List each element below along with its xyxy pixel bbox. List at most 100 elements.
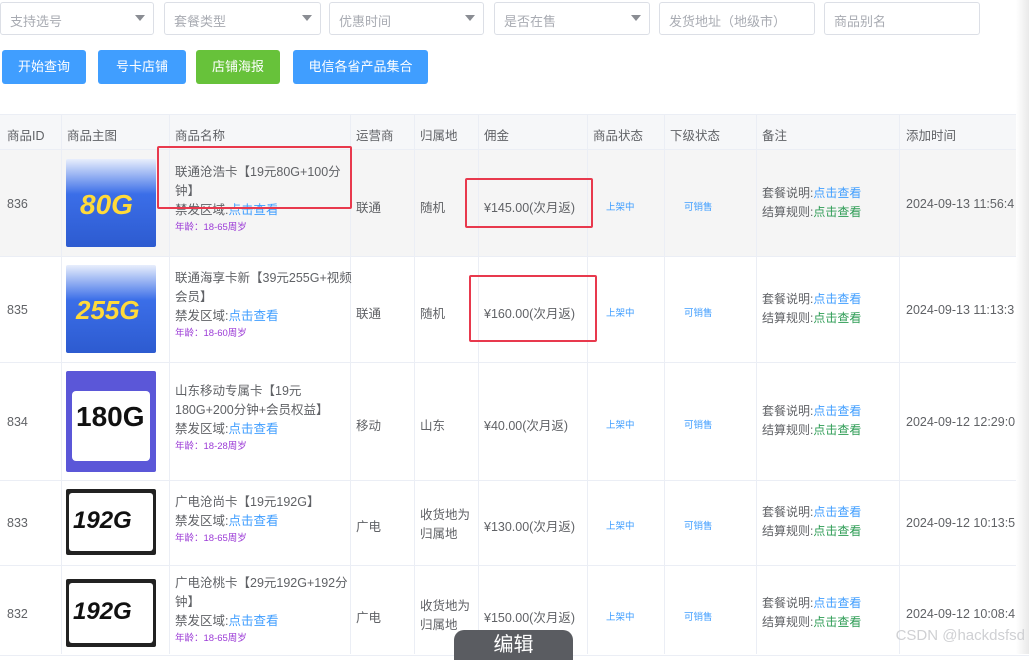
operator: 广电 — [356, 520, 382, 534]
zone-link[interactable]: 点击查看 — [228, 422, 278, 436]
notes-cell: 套餐说明:点击查看 结算规则:点击查看 — [762, 186, 862, 219]
sub-status-badge: 可销售 — [684, 202, 713, 213]
settlement-rule-link[interactable]: 点击查看 — [813, 615, 861, 629]
status-badge: 上架中 — [606, 420, 635, 431]
commission: ¥150.00(次月返) — [484, 611, 576, 625]
product-name-cell: 广电沧桃卡【29元192G+192分钟】 禁发区域:点击查看 年龄：18-65周… — [175, 574, 353, 647]
zone-link[interactable]: 点击查看 — [228, 514, 278, 528]
status-badge: 上架中 — [606, 521, 635, 532]
product-id: 834 — [7, 415, 28, 429]
added-time: 2024-09-12 10:13:5 — [906, 516, 1016, 530]
age-range: 年龄：18-65周岁 — [175, 222, 247, 233]
col-image: 商品主图 — [67, 129, 118, 143]
col-commission: 佣金 — [484, 129, 510, 143]
filter-promo-time[interactable]: 优惠时间 — [329, 2, 484, 35]
highlight-box — [469, 275, 597, 342]
chevron-down-icon — [302, 15, 312, 21]
product-name-cell: 联通海享卡新【39元255G+视频会员】 禁发区域:点击查看 年龄：18-60周… — [175, 269, 353, 342]
package-detail-link[interactable]: 点击查看 — [813, 596, 861, 610]
divider — [664, 114, 665, 654]
watermark: CSDN @hackdsfsd — [895, 627, 1025, 644]
package-detail-link[interactable]: 点击查看 — [813, 505, 861, 519]
status-badge: 上架中 — [606, 308, 635, 319]
filter-ship-address-input[interactable]: 发货地址（地级市） — [659, 2, 815, 35]
product-image[interactable]: 192G — [66, 579, 156, 647]
age-range: 年龄：18-65周岁 — [175, 533, 247, 544]
divider — [899, 114, 900, 654]
sub-status-badge: 可销售 — [684, 521, 713, 532]
sub-status-badge: 可销售 — [684, 612, 713, 623]
product-name-cell: 广电沧尚卡【19元192G】 禁发区域:点击查看 年龄：18-65周岁 — [175, 493, 353, 547]
col-operator: 运营商 — [356, 129, 394, 143]
product-name: 广电沧桃卡【29元192G+192分钟】 — [175, 576, 348, 609]
col-added: 添加时间 — [906, 129, 957, 143]
operator: 广电 — [356, 611, 382, 625]
age-range: 年龄：18-65周岁 — [175, 633, 247, 644]
zone-link[interactable]: 点击查看 — [228, 614, 278, 628]
operator: 移动 — [356, 419, 382, 433]
settlement-rule-link[interactable]: 点击查看 — [813, 423, 861, 437]
settlement-rule-link[interactable]: 点击查看 — [813, 205, 861, 219]
product-id: 833 — [7, 516, 28, 530]
col-name: 商品名称 — [175, 129, 226, 143]
region: 随机 — [420, 201, 446, 215]
zone-link[interactable]: 点击查看 — [228, 309, 278, 323]
divider — [756, 114, 757, 654]
product-image[interactable]: 180G — [66, 371, 156, 472]
notes-cell: 套餐说明:点击查看 结算规则:点击查看 — [762, 292, 862, 325]
chevron-down-icon — [631, 15, 641, 21]
col-status: 商品状态 — [593, 129, 644, 143]
chevron-down-icon — [135, 15, 145, 21]
product-name-cell: 山东移动专属卡【19元180G+200分钟+会员权益】 禁发区域:点击查看 年龄… — [175, 382, 353, 455]
notes-cell: 套餐说明:点击查看 结算规则:点击查看 — [762, 596, 862, 629]
added-time: 2024-09-12 12:29:0 — [906, 415, 1016, 429]
product-id: 836 — [7, 197, 28, 211]
operator: 联通 — [356, 201, 382, 215]
added-time: 2024-09-13 11:56:4 — [906, 197, 1015, 211]
filter-bar: 支持选号 套餐类型 优惠时间 是否在售 发货地址（地级市） 商品别名 — [0, 0, 1029, 40]
package-detail-link[interactable]: 点击查看 — [813, 292, 861, 306]
package-detail-link[interactable]: 点击查看 — [813, 186, 861, 200]
sub-status-badge: 可销售 — [684, 420, 713, 431]
added-time: 2024-09-12 10:08:4 — [906, 607, 1016, 621]
filter-alias-input[interactable]: 商品别名 — [824, 2, 980, 35]
filter-select-number[interactable]: 支持选号 — [0, 2, 154, 35]
added-time: 2024-09-13 11:13:3 — [906, 303, 1015, 317]
col-id: 商品ID — [7, 129, 45, 143]
settlement-rule-link[interactable]: 点击查看 — [813, 311, 861, 325]
table-header: 商品ID 商品主图 商品名称 运营商 归属地 佣金 商品状态 下级状态 备注 添… — [0, 114, 1029, 150]
notes-cell: 套餐说明:点击查看 结算规则:点击查看 — [762, 505, 862, 538]
product-name: 广电沧尚卡【19元192G】 — [175, 495, 320, 509]
product-image[interactable]: 192G — [66, 489, 156, 555]
sub-status-badge: 可销售 — [684, 308, 713, 319]
status-badge: 上架中 — [606, 202, 635, 213]
region: 随机 — [420, 307, 446, 321]
age-range: 年龄：18-28周岁 — [175, 441, 247, 452]
col-sub-status: 下级状态 — [670, 129, 721, 143]
product-image[interactable]: 80G — [66, 159, 156, 247]
product-id: 835 — [7, 303, 28, 317]
product-image[interactable]: 255G — [66, 265, 156, 353]
region: 山东 — [420, 419, 446, 433]
product-id: 832 — [7, 607, 28, 621]
collection-button[interactable]: 电信各省产品集合 — [293, 50, 428, 84]
operator: 联通 — [356, 307, 382, 321]
query-button[interactable]: 开始查询 — [2, 50, 86, 84]
commission: ¥130.00(次月返) — [484, 520, 576, 534]
package-detail-link[interactable]: 点击查看 — [813, 404, 861, 418]
col-region: 归属地 — [420, 129, 458, 143]
filter-package-type[interactable]: 套餐类型 — [164, 2, 321, 35]
settlement-rule-link[interactable]: 点击查看 — [813, 524, 861, 538]
divider — [414, 114, 415, 654]
edit-button[interactable]: 编辑 — [454, 630, 573, 660]
scrollbar[interactable] — [1016, 0, 1029, 654]
divider — [61, 114, 62, 654]
status-badge: 上架中 — [606, 612, 635, 623]
notes-cell: 套餐说明:点击查看 结算规则:点击查看 — [762, 404, 862, 437]
filter-on-sale[interactable]: 是否在售 — [494, 2, 650, 35]
chevron-down-icon — [465, 15, 475, 21]
highlight-box — [157, 146, 352, 209]
age-range: 年龄：18-60周岁 — [175, 328, 247, 339]
shop-button[interactable]: 号卡店铺 — [98, 50, 186, 84]
poster-button[interactable]: 店铺海报 — [196, 50, 280, 84]
